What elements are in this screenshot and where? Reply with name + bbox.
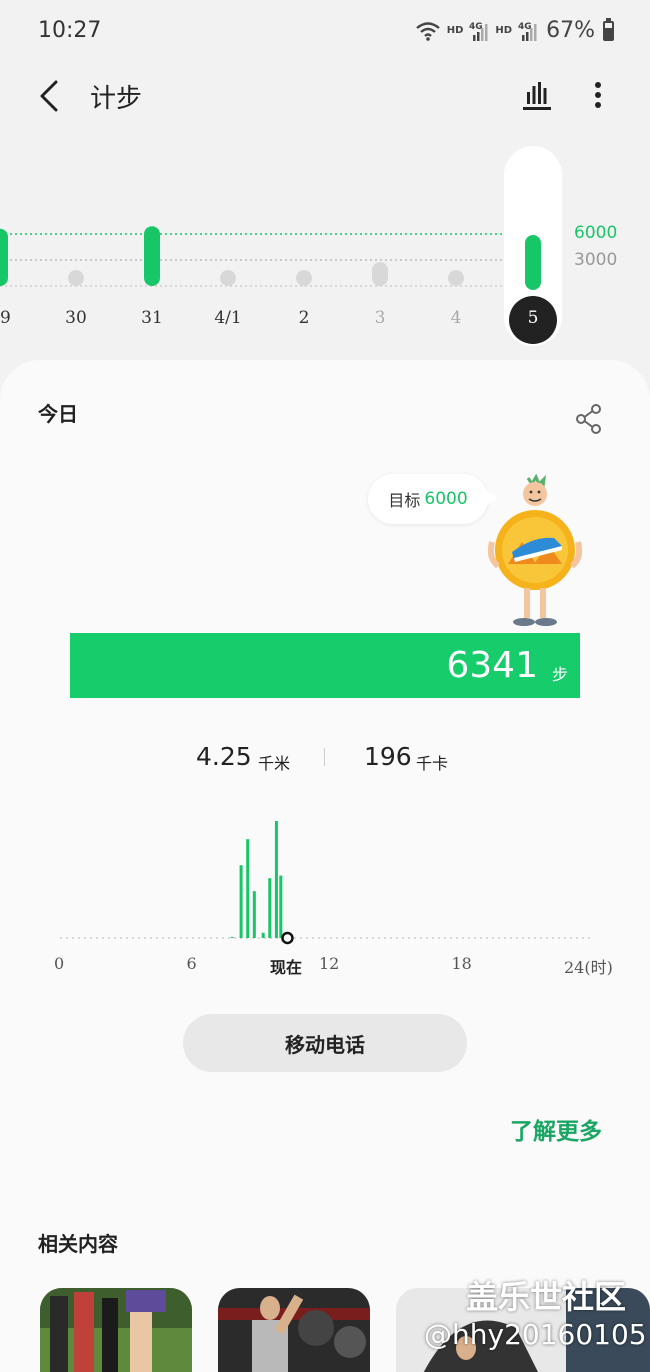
hourly-steps-bar [252, 891, 256, 938]
day-steps-bar[interactable] [144, 226, 160, 286]
today-label: 今日 [38, 402, 78, 426]
hour-tick-label: 0 [54, 954, 65, 973]
related-thumbnail-2[interactable] [218, 1288, 370, 1372]
mascot-illustration [487, 473, 583, 626]
day-label[interactable]: 30 [56, 308, 96, 328]
related-thumbnail-3[interactable] [396, 1288, 650, 1372]
day-label[interactable]: 2 [284, 308, 324, 328]
signal-4g-icon: 4G [469, 22, 488, 41]
hd-badge-2: HD [495, 25, 513, 36]
status-time: 10:27 [38, 18, 102, 43]
day-empty-dot[interactable] [68, 270, 84, 286]
share-icon[interactable] [574, 402, 604, 436]
app-header: 计步 [0, 62, 650, 132]
metrics-row: 4.25 千米 196 千卡 [0, 740, 650, 780]
hourly-steps-bar [279, 875, 283, 938]
hour-tick-label: 6 [186, 954, 197, 973]
hourly-steps-bar [246, 839, 250, 938]
metrics-divider [324, 748, 325, 766]
distance-value: 4.25 [196, 742, 252, 771]
steps-progress-bar: 6341 步 [70, 633, 580, 698]
today-card: 今日 目标 6000 6341 步 4.25 千米 196 千卡 0 6 12 … [0, 360, 650, 1372]
hourly-steps-chart: 0 6 12 18 24(时) 现在 [0, 800, 650, 990]
hourly-steps-bar [274, 821, 278, 938]
net-label-2: 4G [518, 22, 532, 32]
hd-badge: HD [446, 25, 464, 36]
battery-percent: 67% [546, 18, 595, 43]
learn-more-link[interactable]: 了解更多 [510, 1112, 602, 1146]
related-thumbnail-1[interactable] [40, 1288, 192, 1372]
hour-tick-label: 24(时) [564, 958, 613, 977]
bar-chart-icon[interactable] [520, 78, 554, 112]
hourly-steps-bar [230, 936, 234, 938]
status-icons: HD 4G HD 4G 67% [415, 17, 614, 43]
calories-value: 196 [364, 742, 412, 771]
steps-count: 6341 [446, 645, 538, 686]
hour-tick-label: 18 [451, 954, 472, 973]
weekly-steps-chart: 6000 3000 29 30 31 4/1 2 3 4 5 [0, 140, 650, 355]
day-label[interactable]: 29 [0, 308, 20, 328]
now-marker [281, 931, 294, 945]
day-steps-bar[interactable] [372, 262, 388, 286]
goal-line-label: 6000 [574, 223, 618, 243]
wifi-icon [415, 21, 440, 41]
hour-tick-label: 12 [319, 954, 340, 973]
net-label: 4G [469, 22, 483, 32]
back-icon[interactable] [30, 76, 70, 116]
day-empty-dot[interactable] [448, 270, 464, 286]
signal-4g-icon-2: 4G [518, 22, 537, 41]
day-steps-bar[interactable] [525, 235, 541, 290]
goal-bubble: 目标 6000 [368, 474, 498, 524]
hourly-steps-bar [268, 878, 272, 938]
half-goal-line-label: 3000 [574, 250, 618, 270]
status-bar: 10:27 HD 4G HD 4G 67% [0, 0, 650, 62]
more-options-icon[interactable] [584, 78, 612, 112]
calories-unit: 千卡 [416, 754, 449, 773]
day-label[interactable]: 4 [436, 308, 476, 328]
hourly-steps-bar [239, 865, 243, 938]
device-source-button[interactable]: 移动电话 [183, 1014, 467, 1072]
day-empty-dot[interactable] [296, 270, 312, 286]
steps-unit: 步 [551, 665, 568, 684]
day-label[interactable]: 4/1 [208, 308, 248, 328]
day-label[interactable]: 3 [360, 308, 400, 328]
goal-prefix: 目标 [388, 491, 421, 510]
now-label: 现在 [270, 958, 303, 977]
battery-icon [603, 17, 614, 41]
distance-unit: 千米 [258, 754, 291, 773]
day-label[interactable]: 31 [132, 308, 172, 328]
day-empty-dot[interactable] [220, 270, 236, 286]
page-title: 计步 [90, 84, 143, 114]
day-steps-bar[interactable] [0, 228, 8, 286]
goal-value: 6000 [424, 489, 468, 509]
day-label[interactable]: 5 [513, 308, 553, 328]
hourly-steps-bar [261, 932, 265, 938]
related-content-title: 相关内容 [38, 1232, 118, 1256]
